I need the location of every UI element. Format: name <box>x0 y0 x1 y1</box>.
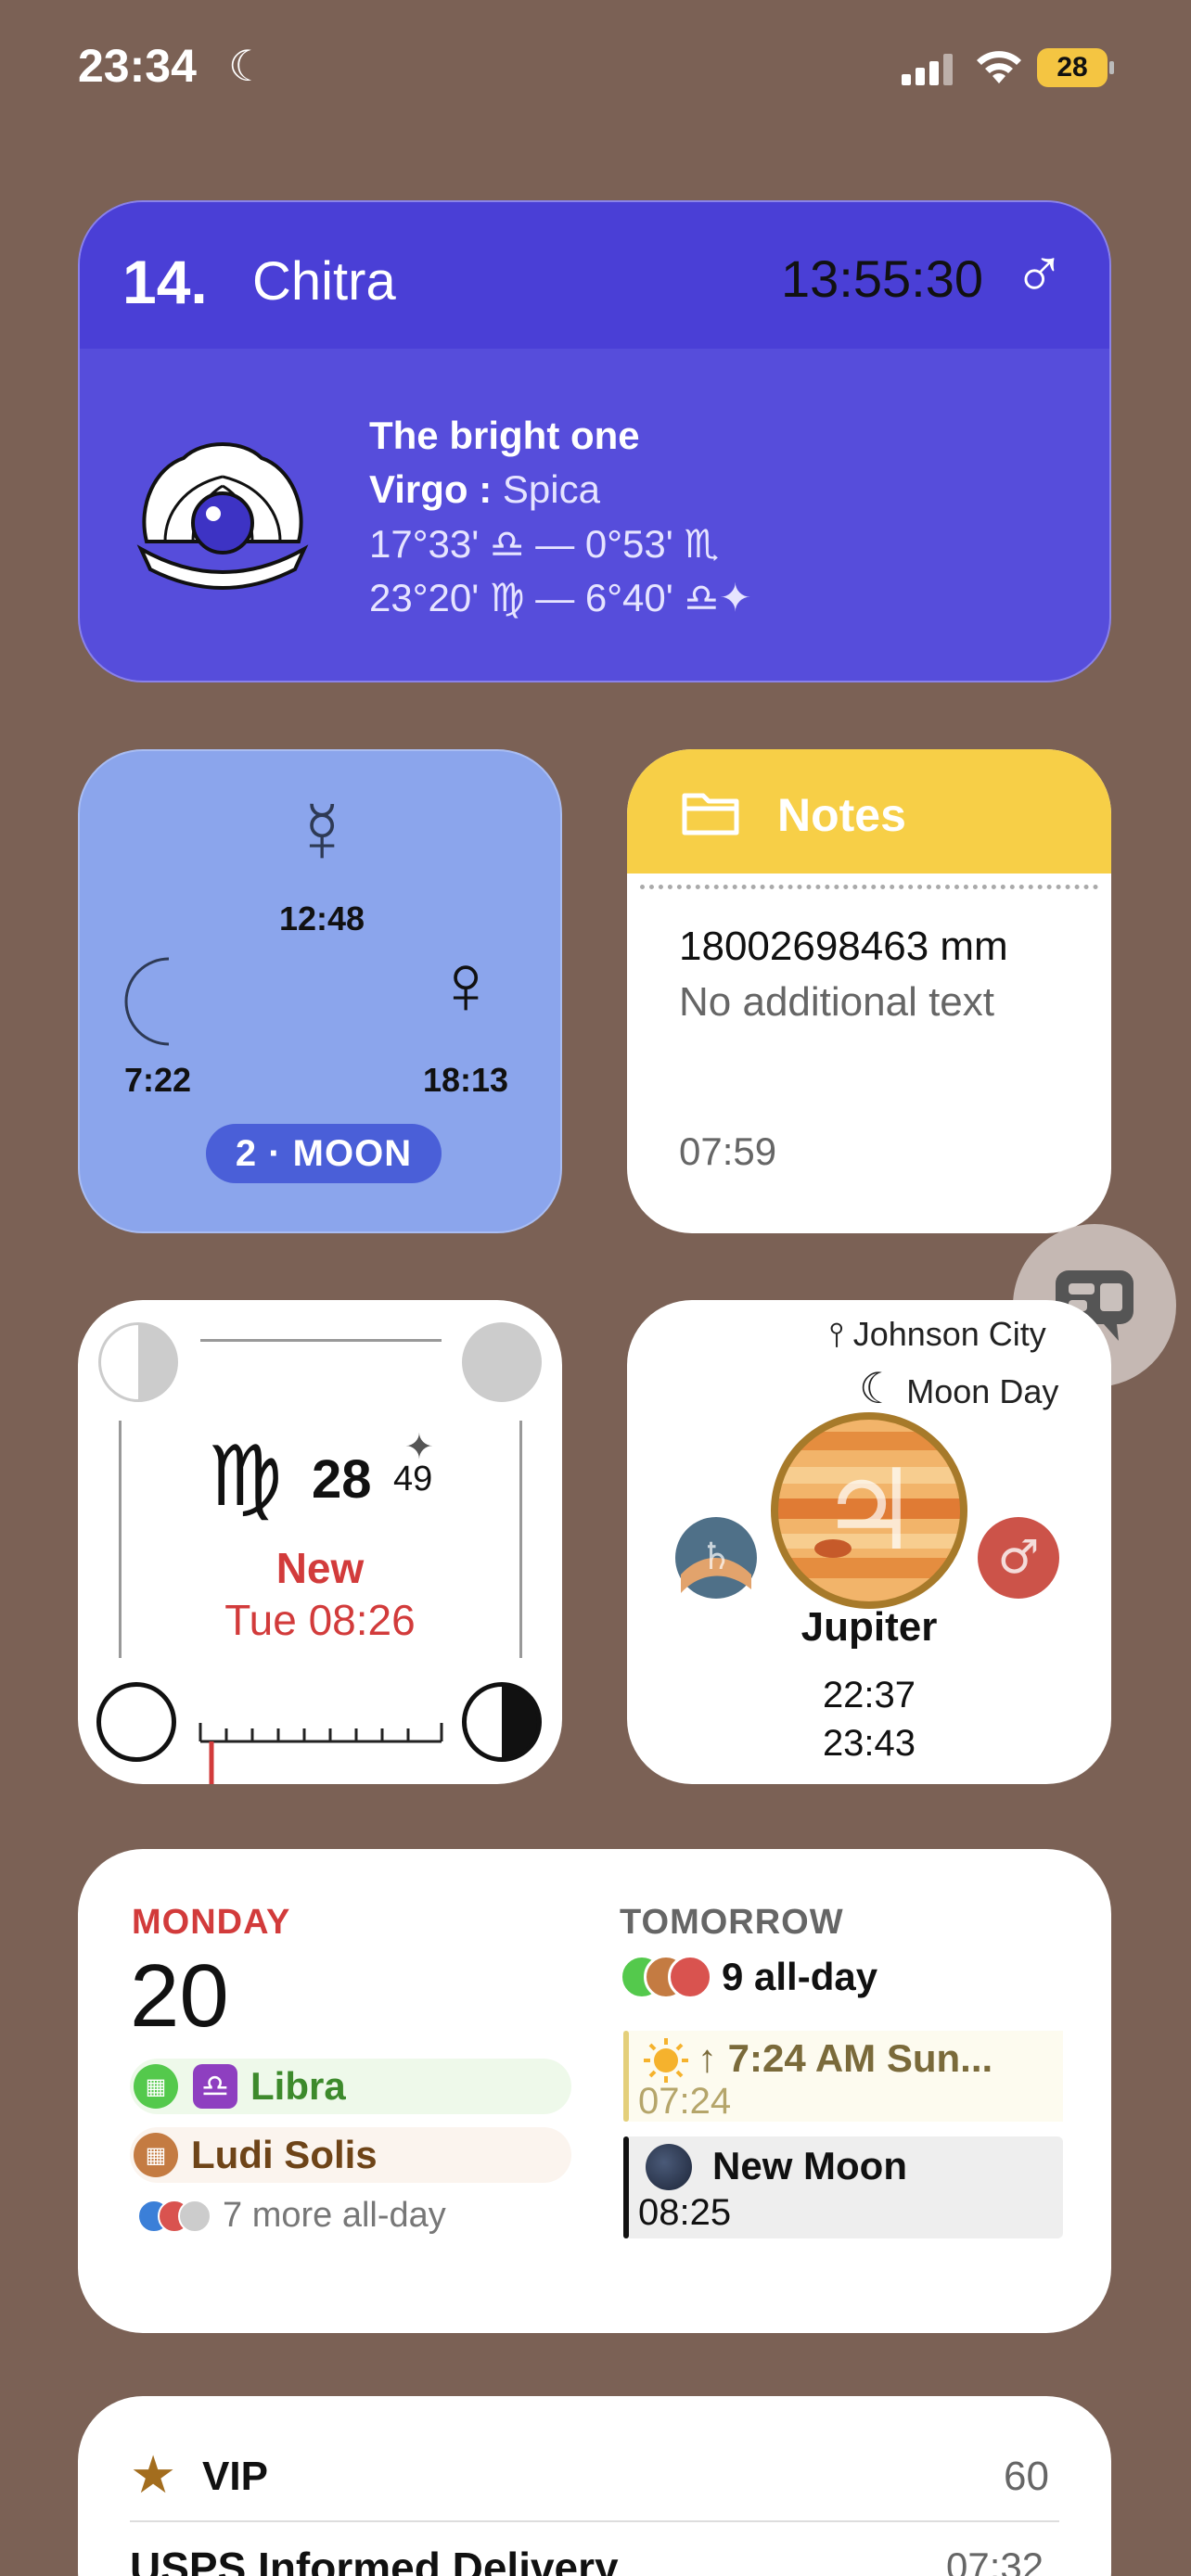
event-time: 08:25 <box>638 2192 732 2233</box>
calendar-icon: ▦ <box>134 2064 178 2109</box>
day-label: Moon Day <box>906 1372 1059 1410</box>
moon-icon: ☾ <box>228 42 267 90</box>
venus-time: 18:13 <box>422 1061 509 1099</box>
svg-text:♄: ♄ <box>699 1536 733 1578</box>
nakshatra-clock: 13:55:30 <box>781 249 983 308</box>
planetary-hours-widget[interactable]: ☿ 12:48 7:22 ♀ 18:13 2 · MOON <box>78 749 562 1233</box>
mars-icon: ♂ <box>1013 235 1066 313</box>
nakshatra-number: 14. <box>122 248 208 316</box>
mail-sender[interactable]: USPS Informed Delivery <box>130 2543 619 2576</box>
new-moon-icon <box>96 1682 176 1762</box>
status-time: 23:34 <box>78 40 197 92</box>
calendar-widget[interactable]: MONDAY 20 ▦ ♎ Libra ▦ Ludi Solis 7 more … <box>78 1849 1111 2333</box>
phase-time: Tue 08:26 <box>224 1596 416 1644</box>
saturn-icon: ♄ <box>675 1517 757 1599</box>
nakshatra-range-1: 17°33' ♎ — 0°53' ♏ <box>369 522 720 566</box>
more-events-label: 7 more all-day <box>223 2196 446 2235</box>
nakshatra-meaning: The bright one <box>369 414 640 457</box>
tomorrow-label: TOMORROW <box>620 1903 844 1942</box>
tomorrow-allday[interactable]: 9 all-day <box>620 1955 877 1999</box>
mercury-time: 12:48 <box>278 899 365 937</box>
nakshatra-widget[interactable]: 14. Chitra 13:55:30 ♂ The bright one Vir… <box>78 200 1111 682</box>
allday-count: 9 all-day <box>722 1955 878 1998</box>
sun-icon <box>644 2038 688 2083</box>
location-line: ⫯ Johnson City <box>829 1315 1046 1355</box>
cellular-signal-icon <box>902 54 953 85</box>
today-label: MONDAY <box>132 1903 291 1942</box>
battery-indicator: 28 <box>1037 48 1114 87</box>
planet-time-start: 22:37 <box>822 1675 916 1715</box>
nakshatra-sign-line: Virgo : Spica <box>369 467 600 511</box>
full-moon-icon <box>462 1322 542 1402</box>
notes-title: Notes <box>777 789 906 841</box>
event-title: Libra <box>250 2064 346 2108</box>
star-icon: ★ <box>130 2445 177 2504</box>
crescent-moon-icon <box>124 957 170 1046</box>
battery-level: 28 <box>1037 48 1108 87</box>
jupiter-icon: ♃ <box>771 1412 967 1609</box>
event-title: New Moon <box>712 2144 907 2187</box>
calendar-icon: ▦ <box>134 2133 178 2177</box>
nakshatra-range-2: 23°20' ♍ — 6°40' ♎✦ <box>369 576 752 619</box>
event-time: 07:24 <box>638 2081 732 2122</box>
planet-name: Jupiter <box>800 1604 938 1650</box>
planet-time-end: 23:43 <box>822 1723 916 1764</box>
last-quarter-icon <box>462 1682 542 1762</box>
vip-count: 60 <box>1004 2454 1049 2499</box>
location-name: Johnson City <box>852 1315 1046 1353</box>
crescent-icon: ☾ <box>859 1364 898 1412</box>
new-moon-icon <box>646 2144 692 2190</box>
moon-phase-widget[interactable]: ♍ 28 49 ✦ New Tue 08:26 <box>78 1300 562 1784</box>
folder-icon <box>682 793 739 835</box>
planet-day-widget[interactable]: ⫯ Johnson City ☾ Moon Day ♄ ♃ ♂ Jupiter … <box>627 1300 1111 1784</box>
first-quarter-icon <box>98 1322 178 1402</box>
event-title: Ludi Solis <box>191 2133 378 2176</box>
virgo-icon: ♍ <box>208 1431 283 1524</box>
moon-degree: 28 <box>312 1449 372 1510</box>
event-sunrise[interactable]: ↑ 7:24 AM Sun... 07:24 <box>623 2031 1063 2122</box>
more-events[interactable]: 7 more all-day <box>137 2196 446 2236</box>
planetary-hour-badge: 2 · MOON <box>206 1124 442 1183</box>
note-time: 07:59 <box>679 1129 777 1173</box>
mail-vip-widget[interactable]: ★ VIP 60 USPS Informed Delivery 07:32 <box>78 2396 1111 2576</box>
phase-name: New <box>275 1544 365 1592</box>
nakshatra-star: Spica <box>502 467 600 511</box>
nakshatra-name: Chitra <box>252 251 396 312</box>
note-body: No additional text <box>679 979 994 1025</box>
phase-progress-scale <box>198 1723 443 1784</box>
star-icon: ✦ <box>404 1428 434 1467</box>
mars-planet-icon: ♂ <box>978 1517 1059 1599</box>
pearl-shell-icon <box>136 442 309 590</box>
vip-title: VIP <box>202 2454 268 2499</box>
pin-icon: ⫯ <box>829 1315 844 1353</box>
mail-time: 07:32 <box>946 2544 1044 2576</box>
mercury-icon: ☿ <box>289 785 354 880</box>
svg-text:♃: ♃ <box>819 1447 919 1575</box>
today-date: 20 <box>130 1946 229 2046</box>
venus-icon: ♀ <box>433 937 498 1032</box>
libra-icon: ♎ <box>193 2064 237 2109</box>
notes-divider <box>640 885 1098 889</box>
event-title: ↑ 7:24 AM Sun... <box>698 2036 993 2080</box>
wifi-icon <box>977 51 1021 83</box>
day-line: ☾ Moon Day <box>859 1363 1058 1413</box>
notes-widget[interactable]: Notes 18002698463 mm No additional text … <box>627 749 1111 1233</box>
divider <box>130 2520 1059 2522</box>
event-ludi-solis[interactable]: ▦ Ludi Solis <box>130 2127 571 2183</box>
event-new-moon[interactable]: New Moon 08:25 <box>623 2136 1063 2238</box>
moon-time: 7:22 <box>123 1061 192 1099</box>
event-libra[interactable]: ▦ ♎ Libra <box>130 2059 571 2114</box>
svg-text:♂: ♂ <box>998 1530 1040 1584</box>
note-title: 18002698463 mm <box>679 924 1008 969</box>
